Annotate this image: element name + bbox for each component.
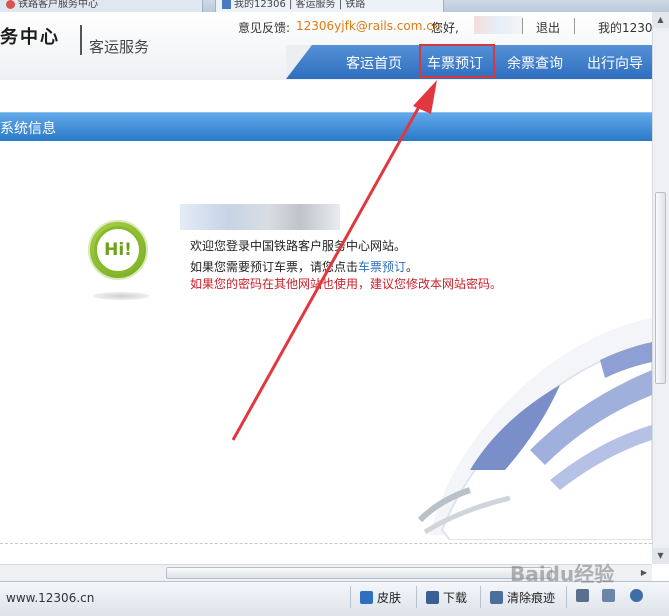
tab-label: 我的12306 | 客运服务 | 铁路 [234,0,366,10]
hi-badge-text: Hi! [94,226,142,274]
magnifier-icon [630,589,643,602]
broom-icon [490,591,503,604]
download-button[interactable]: 下载 [426,589,467,606]
section-title: 系统信息 [0,121,56,137]
nav-item-remaining-tickets[interactable]: 余票查询 [507,53,563,73]
status-url: www.12306.cn [6,591,95,605]
clear-history-button[interactable]: 清除痕迹 [490,589,555,606]
share-button[interactable] [602,589,619,603]
watermark: Baidu经验 [510,562,615,586]
logo-title: 务中心 [0,27,60,48]
zoom-button[interactable] [630,589,647,603]
horizontal-scroll-thumb[interactable] [166,567,552,579]
nav-corner [286,45,312,79]
divider [480,586,481,608]
nav-item-travel-guide[interactable]: 出行向导 [587,53,643,73]
download-icon [426,591,439,604]
logo-divider [80,25,82,55]
annotation-arrow [231,80,437,441]
content-divider [0,543,652,544]
skin-button[interactable]: 皮肤 [360,589,401,606]
download-label: 下载 [443,591,468,605]
logo-subtitle: 客运服务 [89,38,150,56]
divider [566,586,567,608]
divider [350,586,351,608]
scroll-right-arrow-icon[interactable]: ▶ [636,565,652,581]
scroll-up-arrow-icon[interactable]: ▲ [652,12,669,28]
tab-label: 铁路客户服务中心 [18,0,98,10]
divider [574,18,575,34]
feedback-email-link[interactable]: 12306yjfk@rails.com.cn [296,19,440,33]
skin-label: 皮肤 [377,591,402,605]
greeting-text: 您好, [431,21,459,35]
volume-button[interactable] [576,589,593,603]
divider [416,586,417,608]
share-icon [602,589,615,602]
page-icon [222,0,231,9]
speaker-icon [576,589,589,602]
nav-item-home[interactable]: 客运首页 [346,53,402,73]
my-account-link[interactable]: 我的12306 [598,19,660,36]
logout-link[interactable]: 退出 [536,19,560,36]
divider [522,18,523,34]
clear-history-label: 清除痕迹 [507,591,556,605]
skin-icon [360,591,373,604]
feedback-label: 意见反馈: [238,21,291,35]
close-icon[interactable] [6,0,15,9]
scroll-down-arrow-icon[interactable]: ▼ [652,548,669,564]
badge-shadow [92,292,150,300]
username-blurred [474,16,522,34]
browser-tab-1[interactable]: 铁路客户服务中心 [0,0,203,12]
browser-tab-2[interactable]: 我的12306 | 客运服务 | 铁路 [215,0,444,12]
vertical-scroll-thumb[interactable] [655,192,666,384]
highlight-box [419,44,495,78]
